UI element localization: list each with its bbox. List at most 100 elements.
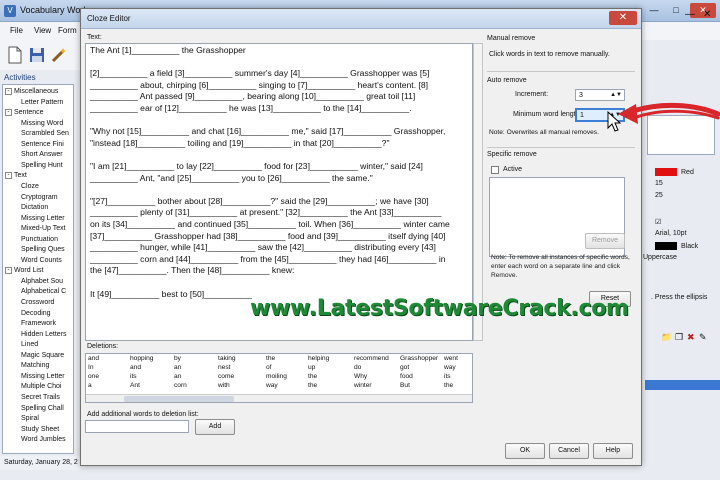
tree-item[interactable]: Word Counts bbox=[21, 256, 62, 266]
deletion-word[interactable]: the bbox=[308, 373, 317, 380]
ok-button[interactable]: OK bbox=[505, 443, 545, 459]
tree-item[interactable]: Scrambled Sen bbox=[21, 129, 69, 139]
deletion-word[interactable]: Why bbox=[354, 373, 367, 380]
text-line[interactable]: The Ant [1]__________ the Grasshopper bbox=[90, 45, 246, 55]
deletion-word[interactable]: moiling bbox=[266, 373, 287, 380]
text-line[interactable]: __________ ear of [12]__________ he was … bbox=[90, 103, 412, 113]
text-line[interactable]: the [47]__________. Then the [48]_______… bbox=[90, 265, 294, 275]
tree-item[interactable]: Alphabet Sou bbox=[21, 277, 63, 287]
activity-list[interactable] bbox=[645, 346, 720, 476]
tree-item[interactable]: - Miscellaneous bbox=[5, 87, 58, 97]
deletion-word[interactable]: In bbox=[88, 364, 94, 371]
deletion-word[interactable]: winter bbox=[354, 382, 372, 389]
text-line[interactable]: __________ Ant passed [9]__________, bea… bbox=[90, 91, 415, 101]
dialog-close-icon[interactable]: ✕ bbox=[609, 11, 637, 25]
text-line[interactable]: on its [34]__________ and continued [35]… bbox=[90, 219, 450, 229]
deletion-word[interactable]: and bbox=[88, 355, 99, 362]
collapse-icon[interactable]: - bbox=[5, 267, 12, 274]
deletion-word[interactable]: by bbox=[174, 355, 181, 362]
tree-item[interactable]: Multiple Choi bbox=[21, 382, 61, 392]
panel-close-icon[interactable]: ✕ bbox=[703, 9, 711, 20]
text-line[interactable]: "I am [21]__________ to lay [22]________… bbox=[90, 161, 423, 171]
text-line[interactable]: [2]__________ a field [3]__________ summ… bbox=[90, 68, 429, 78]
text-line[interactable]: It [49]__________ best to [50]__________ bbox=[90, 289, 252, 299]
tree-item[interactable]: - Text bbox=[5, 171, 27, 181]
deletion-word[interactable]: the bbox=[308, 382, 317, 389]
tree-item[interactable]: Lined bbox=[21, 340, 38, 350]
text-line[interactable]: __________ Ant, "and [25]__________ you … bbox=[90, 173, 373, 183]
deletion-word[interactable]: one bbox=[88, 373, 99, 380]
help-button[interactable]: Help bbox=[593, 443, 633, 459]
text-line[interactable]: [37]__________ Grasshopper had [38]_____… bbox=[90, 231, 446, 241]
tree-item[interactable]: Missing Letter bbox=[21, 372, 65, 382]
deletion-word[interactable]: got bbox=[400, 364, 409, 371]
tree-item[interactable]: Crossword bbox=[21, 298, 54, 308]
text-line[interactable]: __________ about, chirping [6]__________… bbox=[90, 80, 428, 90]
active-checkbox[interactable] bbox=[491, 166, 499, 174]
deletion-word[interactable]: do bbox=[354, 364, 361, 371]
tree-item[interactable]: Framework bbox=[21, 319, 56, 329]
tree-item[interactable]: Decoding bbox=[21, 309, 51, 319]
deletion-word[interactable]: its bbox=[444, 373, 451, 380]
save-icon[interactable] bbox=[28, 46, 46, 64]
deletion-word[interactable]: helping bbox=[308, 355, 329, 362]
deletion-word[interactable]: its bbox=[130, 373, 137, 380]
tree-item[interactable]: Magic Square bbox=[21, 351, 64, 361]
selected-list-row[interactable] bbox=[645, 380, 720, 390]
collapse-icon[interactable]: - bbox=[5, 87, 12, 95]
edit-icon[interactable]: ✎ bbox=[699, 332, 707, 343]
tree-item[interactable]: Cryptogram bbox=[21, 193, 58, 203]
tree-item[interactable]: Letter Pattern bbox=[21, 98, 63, 108]
case-cell[interactable]: Uppercase bbox=[643, 254, 677, 261]
tree-item[interactable]: Missing Letter bbox=[21, 214, 65, 224]
deletion-word[interactable]: taking bbox=[218, 355, 236, 362]
minimize-icon[interactable]: — bbox=[644, 3, 664, 18]
deletion-word[interactable]: recommend bbox=[354, 355, 389, 362]
tree-item[interactable]: Matching bbox=[21, 361, 49, 371]
deletion-word[interactable]: an bbox=[174, 364, 181, 371]
color-black-cell[interactable]: Black bbox=[655, 242, 698, 250]
tree-item[interactable]: Spelling Hunt bbox=[21, 161, 63, 171]
tree-item[interactable]: - Sentence bbox=[5, 108, 44, 118]
tree-item[interactable]: Dictation bbox=[21, 203, 48, 213]
tree-item[interactable]: Cloze bbox=[21, 182, 39, 192]
deletion-word[interactable]: of bbox=[266, 364, 272, 371]
tree-item[interactable]: Short Answer bbox=[21, 150, 63, 160]
text-line[interactable]: "instead [18]__________ toiling and [19]… bbox=[90, 138, 390, 148]
font-cell[interactable]: Arial, 10pt bbox=[655, 230, 687, 237]
copy-icon[interactable]: ❐ bbox=[675, 332, 683, 343]
deletion-word[interactable]: with bbox=[218, 382, 230, 389]
deletions-list[interactable]: and In one a hopping and its Ant by an an corn takin… bbox=[85, 353, 473, 403]
add-word-input[interactable] bbox=[85, 420, 189, 433]
deletion-word[interactable]: nest bbox=[218, 364, 230, 371]
tree-item[interactable]: Missing Word bbox=[21, 119, 63, 129]
tree-item[interactable]: Spelling Chall bbox=[21, 404, 64, 414]
text-line[interactable]: __________ corn and [44]__________ from … bbox=[90, 254, 446, 264]
text-line[interactable]: "[27]__________ bother about [28]_______… bbox=[90, 196, 429, 206]
tree-item[interactable]: Secret Trails bbox=[21, 393, 60, 403]
deletions-horizontal-scrollbar[interactable] bbox=[86, 394, 472, 402]
deletion-word[interactable]: an bbox=[174, 373, 181, 380]
deletion-word[interactable]: went bbox=[444, 355, 458, 362]
delete-icon[interactable]: ✖ bbox=[687, 332, 695, 343]
tree-item[interactable]: Word Jumbles bbox=[21, 435, 66, 445]
tree-item[interactable]: Punctuation bbox=[21, 235, 58, 245]
deletion-word[interactable]: But bbox=[400, 382, 410, 389]
tree-item[interactable]: Spelling Ques bbox=[21, 245, 65, 255]
tree-item[interactable]: Mixed-Up Text bbox=[21, 224, 66, 234]
maximize-icon[interactable]: □ bbox=[666, 3, 686, 18]
wand-icon[interactable] bbox=[50, 46, 68, 64]
deletion-word[interactable]: corn bbox=[174, 382, 187, 389]
deletion-word[interactable]: come bbox=[218, 373, 234, 380]
text-line[interactable]: __________ hunger, while [41]__________ … bbox=[90, 242, 436, 252]
text-line[interactable]: __________ plenty of [31]__________ at p… bbox=[90, 207, 441, 217]
tree-item[interactable]: Alphabetical C bbox=[21, 287, 66, 297]
tree-item[interactable]: - Word List bbox=[5, 266, 43, 276]
scroll-thumb[interactable] bbox=[124, 396, 234, 402]
deletion-word[interactable]: hopping bbox=[130, 355, 153, 362]
tree-item[interactable]: Study Sheet bbox=[21, 425, 59, 435]
menu-file[interactable]: File bbox=[10, 26, 23, 35]
deletion-word[interactable]: way bbox=[266, 382, 278, 389]
menu-view[interactable]: View bbox=[34, 26, 51, 35]
deletion-word[interactable]: way bbox=[444, 364, 456, 371]
